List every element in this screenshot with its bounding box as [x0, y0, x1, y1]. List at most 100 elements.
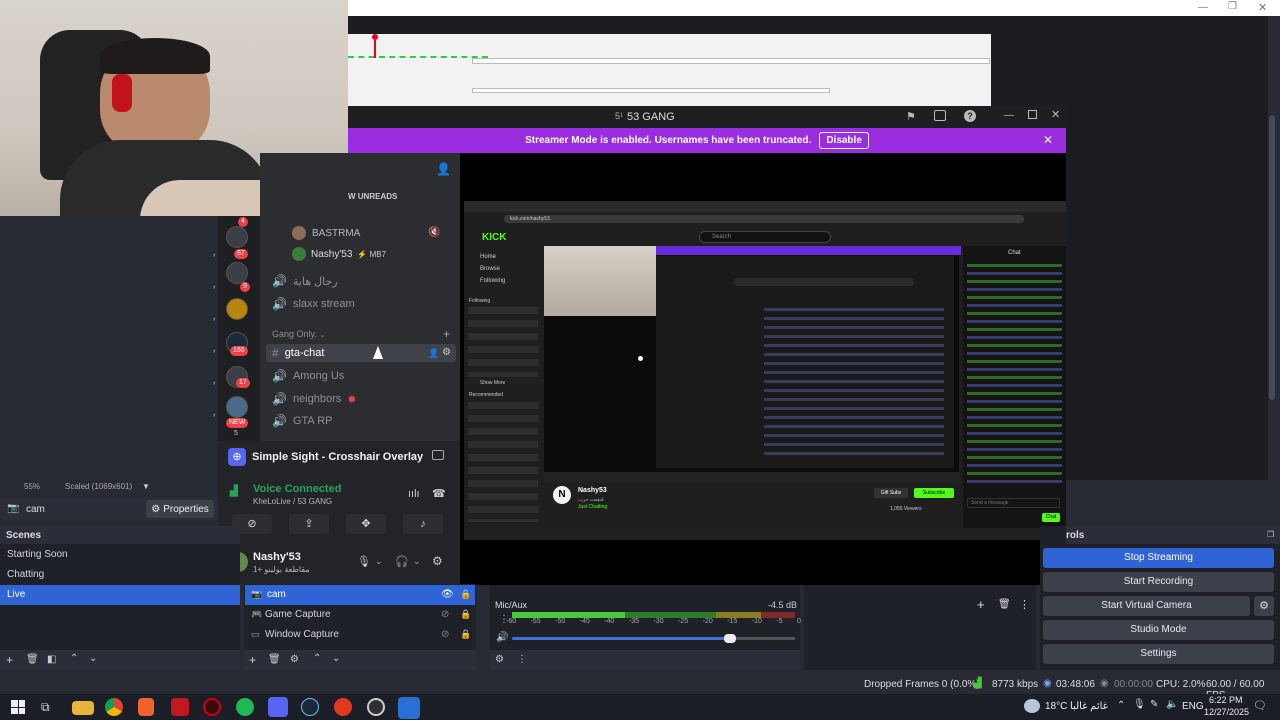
- activity-row[interactable]: ⊕ Simple Sight - Crosshair Overlay: [228, 447, 452, 467]
- unreads-pill[interactable]: W UNREADS: [348, 192, 398, 205]
- preview-scrollbar[interactable]: [1269, 115, 1275, 400]
- banner-close-icon[interactable]: ✕: [1043, 133, 1053, 147]
- transition-more-icon[interactable]: ⋮: [1019, 598, 1030, 611]
- kick-gift-subs-button[interactable]: Gift Subs: [874, 488, 908, 498]
- lock-icon[interactable]: 🔒: [460, 589, 471, 600]
- voice-connected-status[interactable]: Voice Connected: [253, 483, 341, 495]
- remove-scene-icon[interactable]: 🗑: [26, 654, 39, 665]
- clock-date[interactable]: 12/27/2025: [1204, 707, 1249, 717]
- server-icon-1[interactable]: [226, 226, 248, 248]
- source-move-up-icon[interactable]: ⌃: [313, 653, 321, 664]
- discord-minimize-button[interactable]: —: [1004, 110, 1014, 121]
- scale-dropdown-icon[interactable]: ▼: [142, 482, 150, 491]
- user-name[interactable]: Nashy'53: [253, 551, 301, 563]
- obs-taskbar-icon[interactable]: [367, 698, 385, 716]
- kick-category[interactable]: Just Chatting: [578, 504, 607, 510]
- advanced-audio-icon[interactable]: ⚙: [495, 654, 504, 665]
- kick-nav-following[interactable]: Following: [480, 278, 505, 284]
- category-gang-only[interactable]: Gang Only. ⌄: [272, 329, 325, 339]
- activities-button[interactable]: ✥: [346, 514, 386, 534]
- soundboard-button[interactable]: ♪: [403, 514, 443, 534]
- volume-slider-handle[interactable]: [723, 634, 736, 643]
- hidden-eye-icon[interactable]: ⊘: [441, 629, 449, 640]
- settings-button[interactable]: Settings: [1043, 644, 1274, 664]
- add-source-button[interactable]: +: [249, 653, 256, 667]
- add-transition-button[interactable]: +: [977, 597, 985, 612]
- source-settings-icon[interactable]: ⚙: [290, 654, 299, 665]
- scene-item-live[interactable]: Live: [0, 585, 240, 605]
- start-recording-button[interactable]: Start Recording: [1043, 572, 1274, 592]
- kick-chat-button[interactable]: Chat: [1042, 513, 1060, 522]
- voice-user-bastrma[interactable]: BASTRMA: [292, 226, 360, 240]
- window-restore-button[interactable]: ❐: [1228, 1, 1237, 12]
- discord-maximize-button[interactable]: [1028, 110, 1037, 119]
- microphone-icon[interactable]: 🎙: [357, 555, 371, 568]
- remove-transition-icon[interactable]: 🗑: [998, 599, 1011, 610]
- weather-icon[interactable]: [1024, 699, 1040, 713]
- settings-gear-icon[interactable]: ⚙: [442, 347, 451, 358]
- add-scene-button[interactable]: +: [6, 653, 13, 667]
- virtual-camera-settings-icon[interactable]: ⚙: [1254, 596, 1274, 616]
- lock-icon[interactable]: 🔒: [460, 609, 471, 620]
- brave-icon[interactable]: [138, 698, 154, 716]
- properties-button[interactable]: ⚙ Properties: [146, 500, 214, 518]
- task-view-icon[interactable]: ⧉: [41, 700, 50, 715]
- tray-mic-icon[interactable]: 🎙: [1133, 699, 1146, 710]
- undock-icon[interactable]: ❐: [1267, 530, 1274, 539]
- speaker-icon[interactable]: 🔊: [496, 632, 508, 643]
- scene-item-starting-soon[interactable]: Starting Soon: [0, 545, 240, 565]
- visibility-eye-icon[interactable]: 👁: [441, 589, 454, 600]
- kick-logo[interactable]: KICK: [482, 232, 506, 243]
- crosshair-app-icon[interactable]: [398, 697, 420, 719]
- share-screen-button[interactable]: ⇪: [289, 514, 329, 534]
- help-icon[interactable]: ?: [964, 110, 976, 122]
- red-circle-app-icon[interactable]: [203, 698, 221, 716]
- app-icon[interactable]: [334, 698, 352, 716]
- source-move-down-icon[interactable]: ⌄: [332, 653, 340, 664]
- headphones-chevron-icon[interactable]: ⌄: [413, 556, 421, 567]
- kick-streamer-name[interactable]: Nashy53: [578, 487, 607, 494]
- voice-user-nashy[interactable]: Nashy'53 ⚡ MB7: [292, 247, 386, 261]
- flag-icon[interactable]: ⚑: [906, 110, 916, 123]
- kick-video-player[interactable]: [544, 246, 961, 483]
- window-close-button[interactable]: ✕: [1258, 1, 1267, 14]
- clock-time[interactable]: 6:22 PM: [1209, 695, 1243, 705]
- channel-among-us[interactable]: 🔊 Among Us: [272, 369, 344, 383]
- kick-subscribe-button[interactable]: Subscribe: [914, 488, 954, 498]
- volume-slider[interactable]: [512, 634, 795, 643]
- move-down-icon[interactable]: ⌄: [89, 653, 97, 664]
- channel-voice-0[interactable]: 🔊 رجال هاية: [272, 274, 338, 288]
- kick-show-more[interactable]: Show More: [480, 380, 505, 386]
- spotify-icon[interactable]: [236, 698, 254, 716]
- language-indicator[interactable]: ENG: [1182, 701, 1204, 712]
- window-minimize-button[interactable]: —: [1198, 2, 1208, 13]
- kick-search-input[interactable]: Search: [699, 231, 831, 243]
- hidden-eye-icon[interactable]: ⊘: [441, 609, 449, 620]
- user-settings-icon[interactable]: ⚙: [432, 554, 443, 568]
- weather-temp[interactable]: 18°C: [1045, 701, 1067, 712]
- start-virtual-camera-button[interactable]: Start Virtual Camera: [1043, 596, 1250, 616]
- server-icon-6[interactable]: [226, 396, 248, 418]
- studio-mode-button[interactable]: Studio Mode: [1043, 620, 1274, 640]
- kick-streamer-avatar[interactable]: N: [553, 486, 571, 504]
- discord-close-button[interactable]: ✕: [1051, 108, 1060, 121]
- tray-pen-icon[interactable]: ✎: [1150, 699, 1158, 710]
- channel-gta-rp[interactable]: 🔊 GTA RP: [272, 414, 332, 428]
- lock-icon[interactable]: 🔒: [460, 629, 471, 640]
- kick-send-input[interactable]: Send a message: [967, 498, 1060, 508]
- invite-icon[interactable]: 👤: [428, 348, 439, 359]
- weather-desc[interactable]: غائم غالبا: [1070, 701, 1108, 712]
- mic-chevron-icon[interactable]: ⌄: [375, 556, 383, 567]
- disconnect-icon[interactable]: ☎: [432, 487, 446, 500]
- inbox-icon[interactable]: [934, 110, 946, 121]
- mixer-more-icon[interactable]: ⋮: [517, 654, 527, 665]
- channel-neighbors[interactable]: 🔊 neighbors ✹: [272, 392, 357, 406]
- notification-icon[interactable]: 🗨: [1253, 699, 1267, 712]
- kick-nav-browse[interactable]: Browse: [480, 266, 500, 272]
- move-up-icon[interactable]: ⌃: [70, 653, 78, 664]
- tray-overflow-icon[interactable]: ⌃: [1117, 700, 1125, 711]
- scene-filters-icon[interactable]: ◧: [47, 654, 56, 665]
- headphones-icon[interactable]: 🎧: [395, 555, 409, 568]
- kick-nav-home[interactable]: Home: [480, 254, 496, 260]
- adobe-app-icon[interactable]: [171, 698, 189, 716]
